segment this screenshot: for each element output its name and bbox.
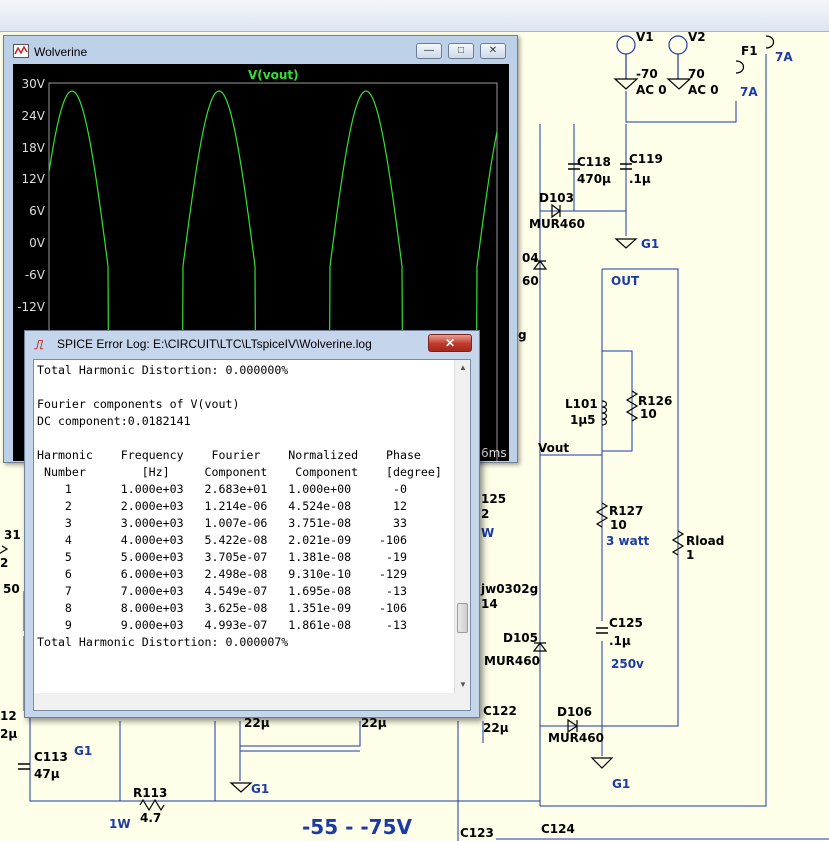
ground-label: G1	[612, 777, 631, 791]
log-content: Total Harmonic Distortion: 0.000000% Fou…	[37, 363, 442, 649]
d103-model: MUR460	[529, 217, 585, 231]
partial-label: g	[518, 328, 527, 342]
c122-value: 22µ	[483, 721, 509, 735]
x-axis-end-label: 6ms	[481, 446, 507, 460]
c119-label: C119	[629, 152, 663, 166]
r113-wattage: 1W	[109, 817, 131, 831]
d104-model: 60	[522, 274, 539, 288]
d106-label: D106	[557, 705, 593, 719]
window-title: SPICE Error Log: E:\CIRCUIT\LTC\LTspiceI…	[57, 337, 372, 351]
c125-label: C125	[609, 616, 643, 630]
ground-label: G1	[641, 237, 660, 251]
l101-label: L101	[565, 397, 598, 411]
partial-2b: 2	[0, 556, 9, 570]
v2-ac: AC 0	[688, 83, 719, 97]
ground-label: G1	[251, 782, 270, 796]
cap-value: 22µ	[361, 716, 387, 730]
f1-rating-right: 7A	[775, 50, 793, 64]
close-button[interactable]: ✕	[428, 334, 472, 352]
cap-value: 22µ	[244, 716, 270, 730]
rload-value: 1	[686, 548, 695, 562]
c118-label: C118	[577, 155, 611, 169]
out-net-label: OUT	[611, 274, 640, 288]
d105-model: MUR460	[484, 654, 540, 668]
scroll-thumb[interactable]	[457, 603, 468, 633]
c113-value: 47µ	[34, 767, 60, 781]
rload-label: Rload	[686, 534, 725, 548]
horizontal-scrollbar[interactable]	[34, 693, 470, 710]
v1-label: V1	[636, 30, 654, 44]
waveform-app-icon	[13, 44, 29, 58]
partial-12: 12	[0, 709, 17, 723]
jw-label: jw0302g	[481, 582, 539, 596]
log-text-area[interactable]: Total Harmonic Distortion: 0.000000% Fou…	[33, 359, 471, 711]
jw-value: 14	[481, 597, 498, 611]
c119-value: .1µ	[629, 172, 651, 186]
partial-2u: 2µ	[0, 727, 18, 741]
r127-value: 10	[610, 518, 627, 532]
ltspice-icon: ⎍	[34, 337, 44, 352]
partial-w: W	[481, 526, 495, 540]
v2-value: 70	[688, 67, 705, 81]
c113-label: C113	[34, 750, 68, 764]
d104-label: 04	[522, 251, 539, 265]
vertical-scrollbar[interactable]: ▲ ▼	[454, 360, 470, 693]
vout-net-label: Vout	[538, 441, 570, 455]
c124-label: C124	[541, 822, 575, 836]
partial-125: 125	[481, 492, 507, 506]
r126-value: 10	[640, 407, 657, 421]
partial-2: 2	[481, 507, 490, 521]
partial-50: 50	[3, 582, 20, 596]
v1-ac: AC 0	[636, 83, 667, 97]
f1-label: F1	[741, 44, 758, 58]
close-button[interactable]: ✕	[480, 43, 506, 59]
d106-model: MUR460	[548, 731, 604, 745]
r127-label: R127	[609, 504, 644, 518]
f1-rating: 7A	[740, 85, 758, 99]
maximize-button[interactable]: □	[448, 43, 474, 59]
c125-voltage: 250v	[611, 657, 644, 671]
c125-value: .1µ	[609, 634, 631, 648]
r127-wattage: 3 watt	[606, 534, 650, 548]
ground-label: G1	[74, 744, 93, 758]
d103-label: D103	[539, 191, 575, 205]
v1-value: -70	[636, 67, 658, 81]
window-title: Wolverine	[34, 45, 88, 59]
r113-label: R113	[133, 786, 168, 800]
toolbar-strip	[0, 0, 829, 32]
l101-value: 1µ5	[570, 413, 596, 427]
c123-label: C123	[460, 826, 494, 840]
scroll-down-icon[interactable]: ▼	[455, 677, 470, 693]
c118-value: 470µ	[577, 172, 611, 186]
error-log-window[interactable]: ⎍ SPICE Error Log: E:\CIRCUIT\LTC\LTspic…	[24, 330, 480, 718]
c122-label: C122	[483, 704, 517, 718]
r113-value: 4.7	[140, 811, 162, 825]
r126-label: R126	[638, 394, 673, 408]
scroll-up-icon[interactable]: ▲	[455, 360, 470, 376]
v2-label: V2	[688, 30, 706, 44]
d105-label: D105	[503, 631, 539, 645]
partial-31: 31	[4, 528, 21, 542]
supply-voltage-label: -55 - -75V	[302, 815, 412, 839]
minimize-button[interactable]: —	[416, 43, 442, 59]
